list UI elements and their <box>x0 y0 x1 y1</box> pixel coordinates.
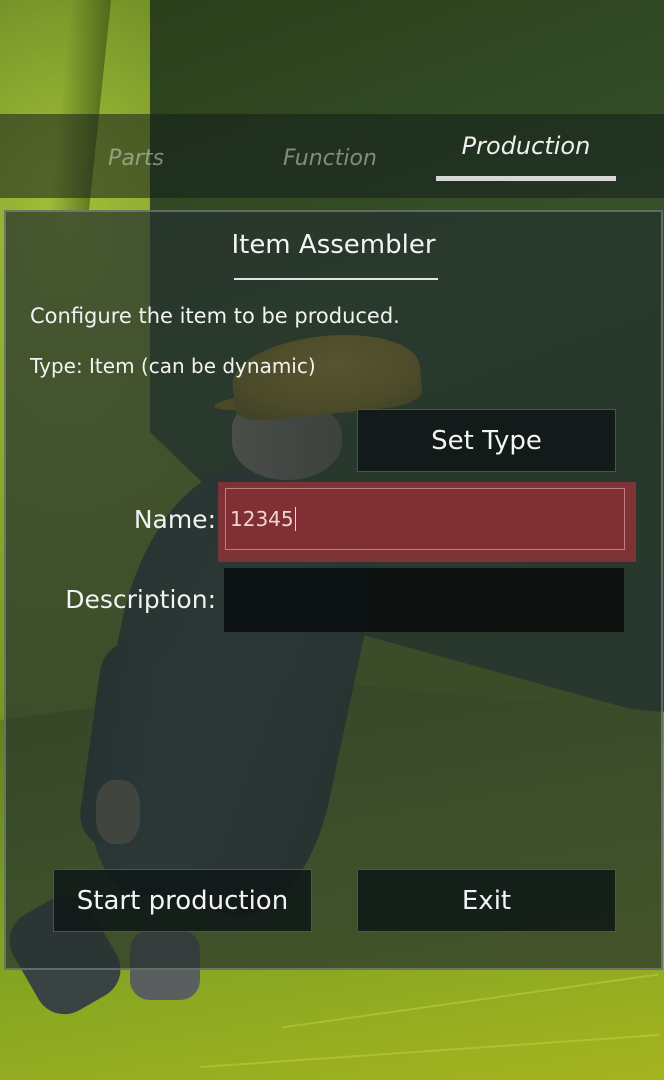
description-input[interactable] <box>224 568 624 632</box>
item-type-text: Type: Item (can be dynamic) <box>30 354 316 378</box>
set-type-button[interactable]: Set Type <box>357 409 616 472</box>
name-input[interactable]: 12345 <box>225 488 625 550</box>
tab-parts[interactable]: Parts <box>36 128 236 188</box>
start-production-button[interactable]: Start production <box>53 869 312 932</box>
tab-function[interactable]: Function <box>230 128 430 188</box>
panel-title: Item Assembler <box>231 230 436 260</box>
panel-description: Configure the item to be produced. <box>30 304 400 328</box>
tab-production[interactable]: Production <box>436 114 616 178</box>
title-underline <box>234 278 438 280</box>
text-caret <box>294 507 296 531</box>
tab-bar: Parts Function Production <box>0 114 664 198</box>
active-tab-indicator <box>436 176 616 181</box>
name-label: Name: <box>133 505 216 534</box>
name-field-highlight: 12345 <box>218 482 636 562</box>
description-label: Description: <box>65 585 216 614</box>
item-assembler-panel: Item Assembler Configure the item to be … <box>4 210 663 970</box>
exit-button[interactable]: Exit <box>357 869 616 932</box>
name-input-value: 12345 <box>230 507 294 531</box>
